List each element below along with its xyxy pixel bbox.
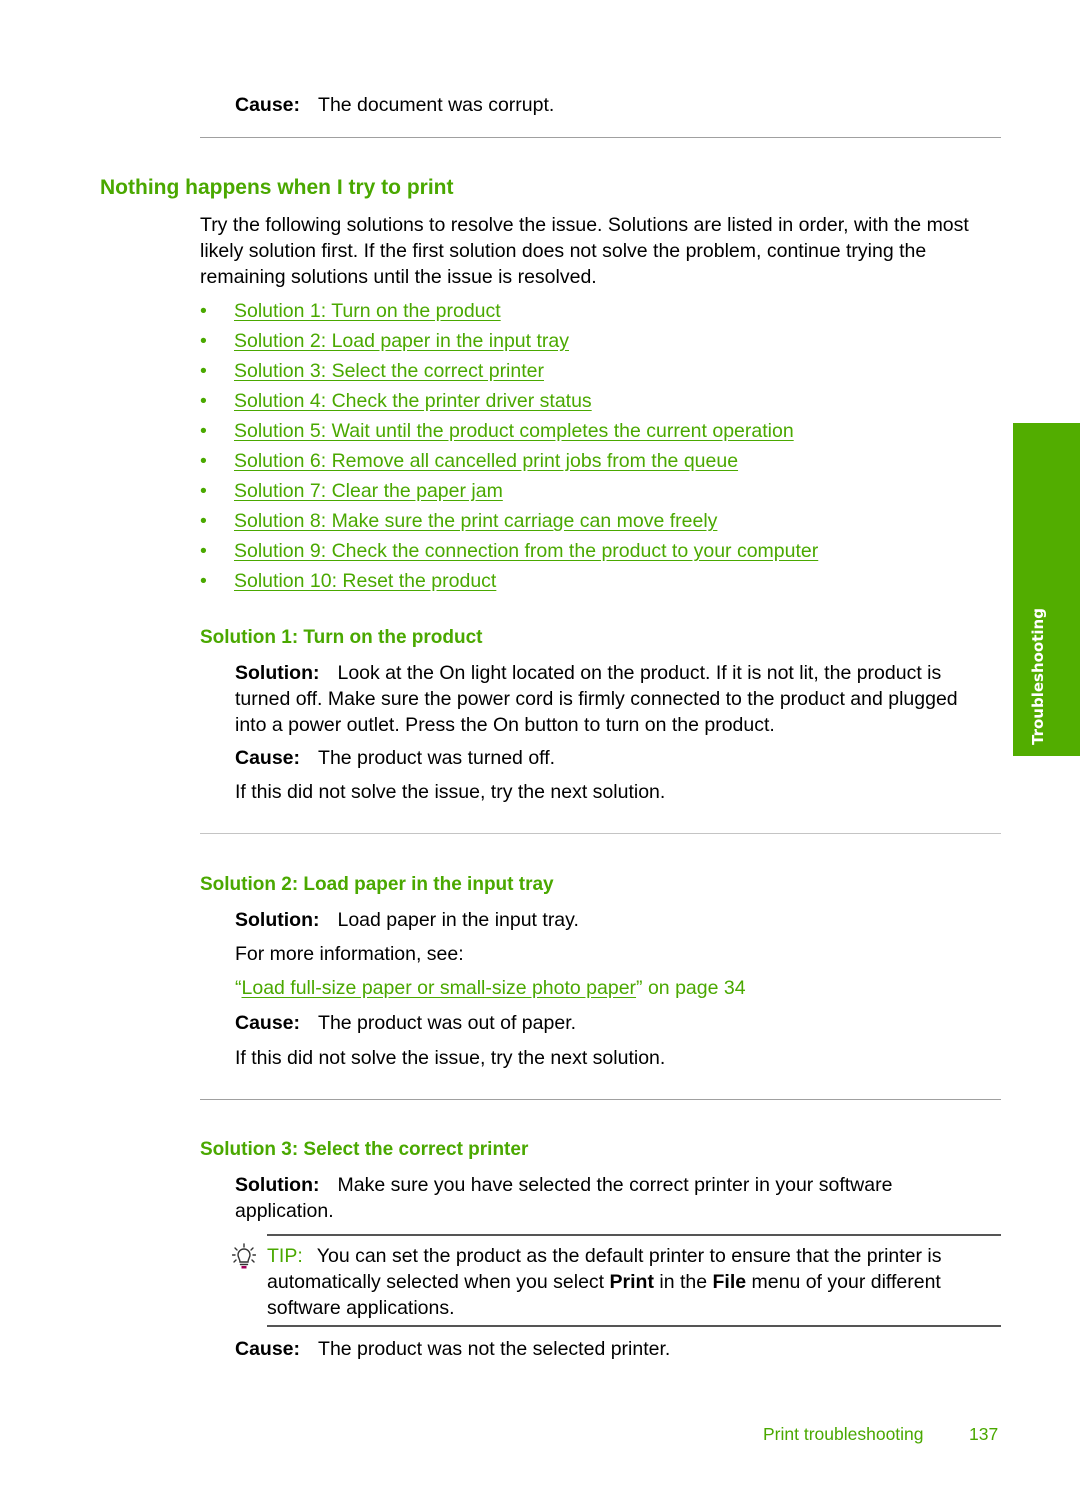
solution-label: Solution: xyxy=(235,662,320,684)
file-menu-name: File xyxy=(712,1271,747,1293)
bullet-icon: • xyxy=(200,390,207,412)
cause-label: Cause: xyxy=(235,747,301,769)
intro-line: likely solution first. If the first solu… xyxy=(200,240,927,262)
divider xyxy=(200,833,1001,834)
side-tab-label: Troubleshooting xyxy=(1029,608,1047,745)
bullet-icon: • xyxy=(200,480,207,502)
solution1-title: Solution 1: Turn on the product xyxy=(200,627,483,648)
solution-text: Make sure you have selected the correct … xyxy=(337,1174,893,1196)
solution-link-10[interactable]: Solution 10: Reset the product xyxy=(234,568,496,594)
bullet-icon: • xyxy=(200,450,207,472)
tip-label: TIP: xyxy=(267,1245,303,1267)
divider xyxy=(200,137,1001,138)
bullet-icon: • xyxy=(200,570,207,592)
solution2-reference: “Load full-size paper or small-size phot… xyxy=(235,975,746,1001)
solution3-cause: Cause: The product was not the selected p… xyxy=(235,1336,670,1362)
solution2-solution: Solution: Load paper in the input tray. xyxy=(235,907,579,933)
cause-text: The product was out of paper. xyxy=(318,1012,577,1034)
footer-section: Print troubleshooting xyxy=(763,1424,924,1444)
intro-line: remaining solutions until the issue is r… xyxy=(200,266,597,288)
cause-text: The product was turned off. xyxy=(318,747,556,769)
tip-text: automatically selected when you select xyxy=(267,1271,610,1293)
solution2-more-info: For more information, see: xyxy=(235,943,464,965)
bullet-icon: • xyxy=(200,420,207,442)
solution-label: Solution: xyxy=(235,909,320,931)
solution-link-1[interactable]: Solution 1: Turn on the product xyxy=(234,298,501,324)
solution1-next: If this did not solve the issue, try the… xyxy=(235,781,666,803)
solution-text: turned off. Make sure the power cord is … xyxy=(235,688,958,710)
tip-top-rule xyxy=(267,1234,1001,1236)
solution-text: Look at the On light located on the prod… xyxy=(337,662,942,684)
solution-text: into a power outlet. Press the On button… xyxy=(235,714,775,736)
solution-link-6[interactable]: Solution 6: Remove all cancelled print j… xyxy=(234,448,738,474)
solution-text: Load paper in the input tray. xyxy=(337,909,579,931)
solution2-cause: Cause: The product was out of paper. xyxy=(235,1010,576,1036)
divider xyxy=(200,1099,1001,1100)
tip-text: software applications. xyxy=(267,1297,455,1319)
page-number: 137 xyxy=(969,1424,999,1444)
load-paper-link[interactable]: Load full-size paper or small-size photo… xyxy=(242,977,637,999)
solution3-body: Solution: Make sure you have selected the… xyxy=(235,1172,892,1224)
tip-text: You can set the product as the default p… xyxy=(316,1245,942,1267)
intro-line: Try the following solutions to resolve t… xyxy=(200,214,969,236)
cause-text: The product was not the selected printer… xyxy=(318,1338,671,1360)
solution-link-4[interactable]: Solution 4: Check the printer driver sta… xyxy=(234,388,592,414)
cause-label: Cause: xyxy=(235,94,301,116)
solution-link-9[interactable]: Solution 9: Check the connection from th… xyxy=(234,538,818,564)
tip-text-line2: automatically selected when you select P… xyxy=(267,1269,942,1295)
solution3-title: Solution 3: Select the correct printer xyxy=(200,1139,529,1160)
print-menu-item: Print xyxy=(609,1271,654,1293)
tip-content: TIP: You can set the product as the defau… xyxy=(267,1243,942,1321)
bullet-icon: • xyxy=(200,300,207,322)
solution-link-2[interactable]: Solution 2: Load paper in the input tray xyxy=(234,328,569,354)
page-reference: ” on page 34 xyxy=(636,977,746,999)
solution2-title: Solution 2: Load paper in the input tray xyxy=(200,874,554,895)
solution-link-8[interactable]: Solution 8: Make sure the print carriage… xyxy=(234,508,717,534)
cause-text: The document was corrupt. xyxy=(318,94,555,116)
bullet-icon: • xyxy=(200,510,207,532)
solution-label: Solution: xyxy=(235,1174,320,1196)
cause-label: Cause: xyxy=(235,1012,301,1034)
solution2-next: If this did not solve the issue, try the… xyxy=(235,1047,666,1069)
solution-link-5[interactable]: Solution 5: Wait until the product compl… xyxy=(234,418,794,444)
lightbulb-icon xyxy=(231,1243,257,1271)
solution-link-3[interactable]: Solution 3: Select the correct printer xyxy=(234,358,544,384)
tip-bottom-rule xyxy=(267,1325,1001,1327)
solution-text: application. xyxy=(235,1200,334,1222)
solution-link-7[interactable]: Solution 7: Clear the paper jam xyxy=(234,478,503,504)
top-cause: Cause: The document was corrupt. xyxy=(235,92,554,118)
solution1-body: Solution: Look at the On light located on… xyxy=(235,660,958,738)
cause-label: Cause: xyxy=(235,1338,301,1360)
section-intro: Try the following solutions to resolve t… xyxy=(200,212,969,290)
solution1-cause: Cause: The product was turned off. xyxy=(235,745,555,771)
bullet-icon: • xyxy=(200,330,207,352)
bullet-icon: • xyxy=(200,360,207,382)
tip-text: menu of your different xyxy=(746,1271,941,1293)
tip-text: in the xyxy=(653,1271,713,1293)
bullet-icon: • xyxy=(200,540,207,562)
section-title: Nothing happens when I try to print xyxy=(100,176,454,199)
